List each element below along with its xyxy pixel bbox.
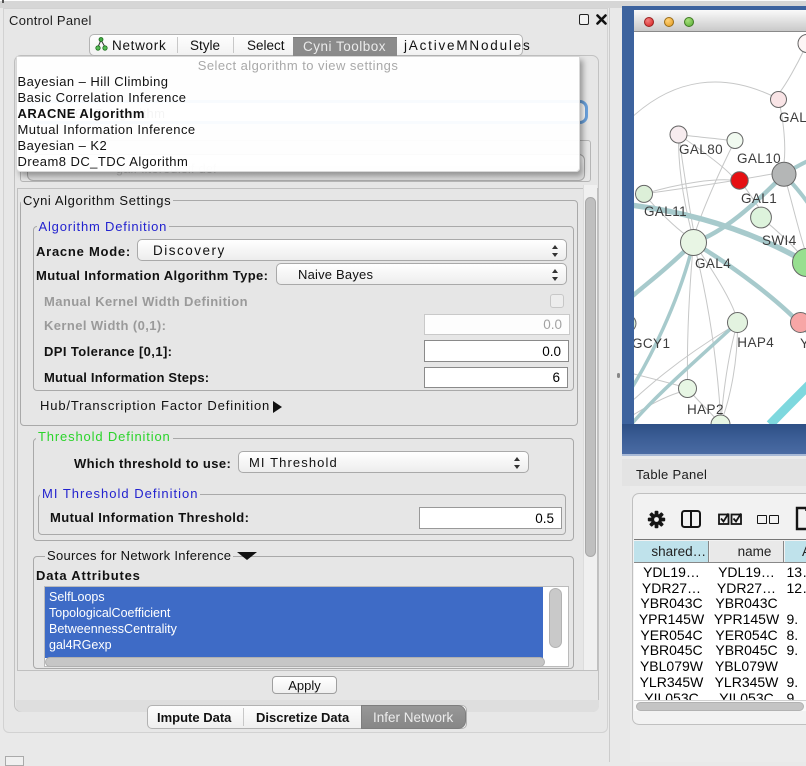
svg-text:HAP2: HAP2 <box>687 402 724 417</box>
svg-text:GCY1: GCY1 <box>634 336 670 351</box>
svg-text:Y: Y <box>800 336 806 351</box>
svg-text:GAL4: GAL4 <box>695 256 731 271</box>
svg-text:HAP4: HAP4 <box>737 335 774 350</box>
svg-text:GAL11: GAL11 <box>644 204 687 219</box>
svg-text:GAL1: GAL1 <box>741 191 777 206</box>
svg-text:GAL10: GAL10 <box>737 151 781 166</box>
svg-text:SWI4: SWI4 <box>762 233 797 248</box>
svg-text:GAL80: GAL80 <box>679 142 723 157</box>
svg-text:GAL7: GAL7 <box>779 110 806 125</box>
